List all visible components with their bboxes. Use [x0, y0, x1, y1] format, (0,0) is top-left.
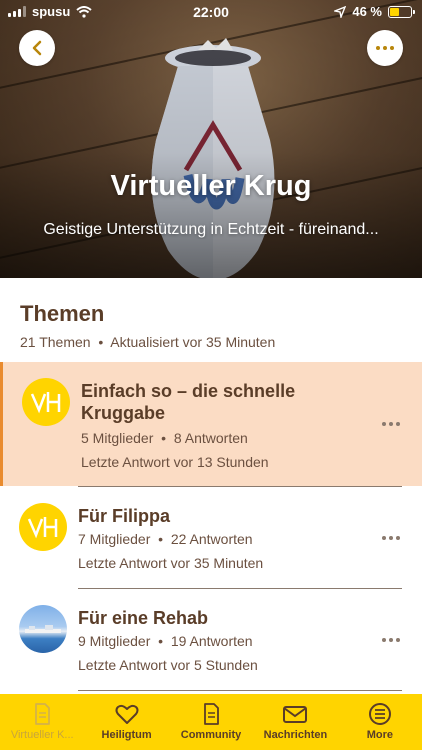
tab-community[interactable]: Community	[169, 694, 253, 750]
document-icon	[35, 703, 51, 725]
vh-logo-icon	[30, 392, 61, 414]
location-arrow-icon	[334, 5, 347, 18]
page-title: Virtueller Krug	[110, 170, 312, 202]
tab-more[interactable]: More	[338, 694, 422, 750]
topic-title: Für eine Rehab	[78, 608, 209, 628]
back-button[interactable]	[19, 30, 55, 66]
topic-title: Für Filippa	[78, 506, 170, 526]
topic-last-reply: Letzte Antwort vor 5 Stunden	[78, 657, 258, 673]
topic-more-button[interactable]	[382, 536, 400, 540]
ellipsis-icon	[376, 46, 394, 50]
topic-row[interactable]: Für eine Rehab 9 Mitglieder • 19 Antwort…	[0, 589, 422, 691]
section-title: Themen	[20, 301, 105, 326]
mail-icon	[283, 706, 308, 723]
topic-last-reply: Letzte Antwort vor 13 Stunden	[81, 454, 269, 470]
harbor-photo-icon	[25, 625, 61, 633]
topic-meta: 5 Mitglieder • 8 Antworten	[81, 430, 248, 446]
page-subtitle: Geistige Unterstützung in Echtzeit - für…	[43, 221, 379, 238]
more-options-button[interactable]	[367, 30, 403, 66]
topic-title: Einfach so – die schnelle Kruggabe	[81, 381, 296, 423]
avatar	[19, 503, 67, 551]
section-meta: 21 Themen • Aktualisiert vor 35 Minuten	[20, 334, 276, 350]
heart-icon	[115, 704, 139, 724]
status-bar: spusu 22:00 46 %	[0, 0, 422, 24]
vh-logo-icon	[27, 517, 58, 539]
topic-meta: 7 Mitglieder • 22 Antworten	[78, 531, 253, 547]
topic-row[interactable]: Einfach so – die schnelle Kruggabe 5 Mit…	[0, 362, 422, 486]
file-text-icon	[204, 703, 219, 725]
topic-last-reply: Letzte Antwort vor 35 Minuten	[78, 555, 264, 571]
battery-percent: 46 %	[352, 4, 382, 19]
avatar	[22, 378, 70, 426]
topic-count: 21 Themen	[20, 334, 91, 350]
topic-more-button[interactable]	[382, 638, 400, 642]
battery-icon	[388, 5, 415, 18]
chevron-left-icon	[32, 40, 42, 56]
avatar	[19, 605, 67, 653]
divider	[78, 690, 402, 691]
topic-row[interactable]: Für Filippa 7 Mitglieder • 22 Antworten …	[0, 487, 422, 587]
tab-virtueller-krug[interactable]: Virtueller K...	[0, 694, 84, 750]
topic-meta: 9 Mitglieder • 19 Antworten	[78, 633, 253, 649]
list-circle-icon	[368, 703, 391, 725]
topic-more-button[interactable]	[382, 422, 400, 426]
tab-bar: Virtueller K... Heiligtum Community Nach…	[0, 694, 422, 750]
tab-heiligtum[interactable]: Heiligtum	[84, 694, 168, 750]
updated-label: Aktualisiert vor 35 Minuten	[110, 334, 276, 350]
tab-nachrichten[interactable]: Nachrichten	[253, 694, 337, 750]
